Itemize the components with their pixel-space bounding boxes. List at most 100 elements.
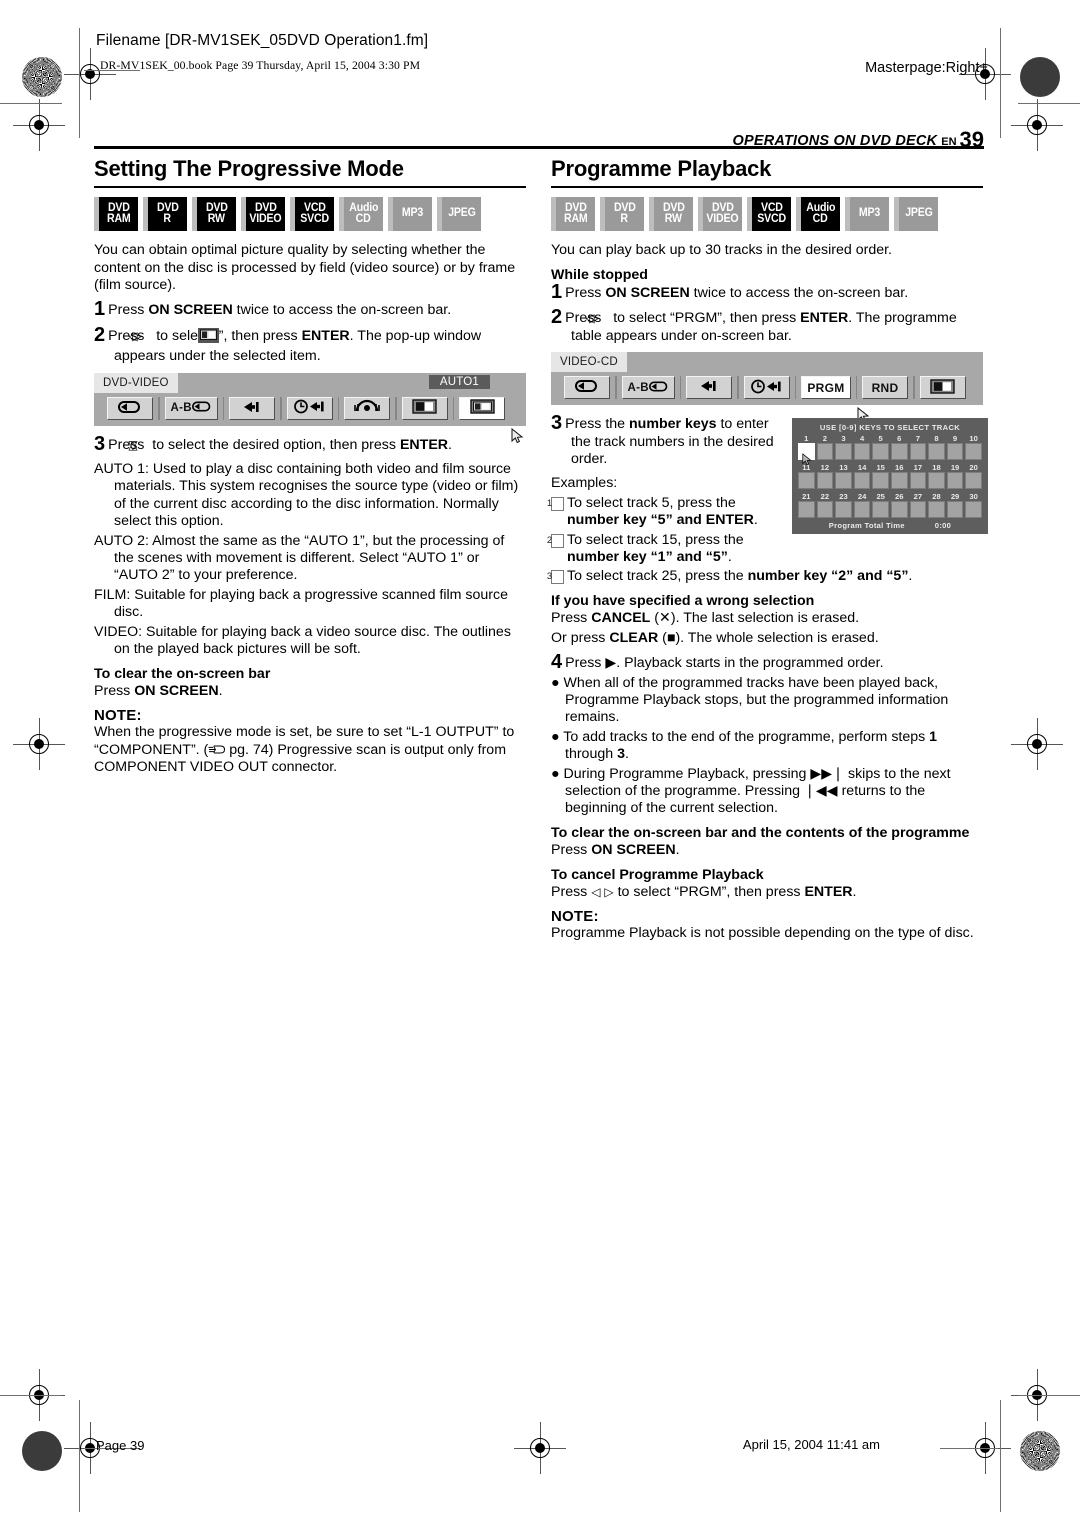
step3-with-table: 3 Press the number keys to enter the trac… bbox=[547, 413, 988, 566]
time-search-button[interactable] bbox=[743, 376, 790, 400]
track-cell[interactable] bbox=[909, 443, 927, 461]
track-cell[interactable] bbox=[835, 443, 852, 461]
onscreen-bar-header: VIDEO-CD bbox=[551, 352, 983, 373]
right-step-4: 4 Press ▶. Playback starts in the program… bbox=[551, 652, 983, 672]
disc-badge-row-right: DVD RAM DVD R DVD RW DVD VIDEO VCD SVCD Audio… bbox=[551, 197, 983, 232]
disc-badge-jpeg: JPEG bbox=[437, 197, 481, 232]
track-cell[interactable] bbox=[909, 501, 927, 519]
right-step-1: 1 Press ON SCREEN twice to access the on-… bbox=[551, 282, 983, 302]
audio-icon bbox=[353, 399, 381, 417]
programme-track-table: USE [0-9] KEYS TO SELECT TRACK 1 2 3 4 5… bbox=[792, 418, 988, 535]
track-number: 25 bbox=[876, 492, 885, 502]
track-cell[interactable] bbox=[853, 501, 871, 519]
track-cell[interactable] bbox=[946, 501, 964, 519]
step-text-c: ENTER bbox=[399, 436, 449, 453]
track-cell[interactable] bbox=[928, 472, 945, 490]
example-number: 1 bbox=[547, 496, 564, 511]
repeat-icon bbox=[648, 380, 669, 396]
track-number: 15 bbox=[876, 463, 885, 473]
audio-select-button[interactable] bbox=[344, 396, 391, 420]
example-text-c: . bbox=[908, 568, 913, 585]
left-step-1: 1 Press ON SCREEN twice to access the on-… bbox=[94, 299, 526, 319]
repeat-icon bbox=[191, 400, 212, 416]
ab-label: A-B bbox=[170, 402, 192, 415]
disc-badge-dvd-video: DVD VIDEO bbox=[241, 197, 285, 232]
option-text: Suitable for playing back a progressive … bbox=[114, 586, 509, 621]
track-table-title: USE [0-9] KEYS TO SELECT TRACK bbox=[819, 423, 961, 433]
skip-search-button[interactable] bbox=[686, 376, 733, 400]
track-cell[interactable] bbox=[798, 472, 815, 490]
track-cell[interactable] bbox=[872, 501, 889, 519]
random-button[interactable]: RND bbox=[862, 376, 909, 400]
registration-dot-bottom-left bbox=[22, 1431, 62, 1471]
track-cell[interactable] bbox=[965, 472, 982, 490]
programme-button[interactable]: PRGM bbox=[801, 376, 869, 423]
bullet-item-1: ● When all of the programmed tracks have… bbox=[551, 675, 983, 727]
track-cell[interactable] bbox=[965, 443, 982, 461]
crop-mark-mid-left bbox=[13, 718, 65, 770]
track-cell[interactable] bbox=[909, 472, 927, 490]
screen-mode-button[interactable] bbox=[401, 396, 448, 420]
onscreen-bar-filler: AUTO1 bbox=[177, 372, 526, 393]
track-cell[interactable] bbox=[928, 501, 945, 519]
track-cell[interactable] bbox=[835, 501, 852, 519]
step-text-b: to select “PRGM”, then press bbox=[609, 310, 801, 327]
bullet-item-3: ● During Programme Playback, pressing ▶▶… bbox=[551, 766, 983, 818]
ab-repeat-button[interactable]: A-B bbox=[621, 376, 675, 400]
track-cell[interactable] bbox=[890, 443, 908, 461]
example-text-b: number key “2” and “5” bbox=[747, 568, 909, 585]
example-text-a: To select track 25, press the bbox=[567, 568, 748, 585]
track-cell[interactable] bbox=[946, 443, 964, 461]
skip-search-button[interactable] bbox=[229, 396, 276, 420]
time-skip-icon bbox=[293, 399, 327, 417]
disc-badge-audio-cd: Audio CD bbox=[796, 197, 840, 232]
disc-badge-dvd-ram: DVD RAM bbox=[551, 197, 595, 232]
track-cell[interactable] bbox=[890, 472, 908, 490]
mouse-cursor-icon bbox=[802, 453, 813, 471]
separator bbox=[222, 396, 225, 420]
track-cell[interactable] bbox=[946, 472, 964, 490]
track-cell-active[interactable] bbox=[798, 443, 815, 466]
track-cell[interactable] bbox=[890, 501, 908, 519]
progressive-icon bbox=[470, 399, 495, 417]
disc-badge-vcd-svcd: VCD SVCD bbox=[747, 197, 791, 232]
option-text: Almost the same as the “AUTO 1”, but the… bbox=[114, 532, 505, 584]
track-cell[interactable] bbox=[872, 472, 889, 490]
registration-dot-top-right bbox=[1020, 57, 1060, 97]
track-cell[interactable] bbox=[816, 443, 834, 461]
left-intro-paragraph: You can obtain optimal picture quality b… bbox=[94, 242, 516, 293]
filename-label: Filename [DR-MV1SEK_05DVD Operation1.fm] bbox=[96, 32, 429, 49]
track-number: 14 bbox=[857, 463, 867, 473]
time-search-button[interactable] bbox=[286, 396, 333, 420]
step3-text-block: 3 Press the number keys to enter the trac… bbox=[547, 413, 784, 566]
track-cell[interactable] bbox=[853, 443, 871, 461]
clear-onscreen-bar-text: Press ON SCREEN. bbox=[94, 683, 526, 700]
track-cell[interactable] bbox=[816, 501, 834, 519]
ab-repeat-button[interactable]: A-B bbox=[164, 396, 218, 420]
disc-type-label: VIDEO-CD bbox=[551, 352, 627, 373]
separator bbox=[395, 396, 397, 420]
trim-guide-vertical-right bbox=[1000, 28, 1002, 138]
repeat-button[interactable] bbox=[107, 396, 153, 420]
track-cell[interactable] bbox=[798, 501, 815, 519]
track-cell[interactable] bbox=[816, 472, 834, 490]
running-head: OPERATIONS ON DVD DECK EN 39 bbox=[733, 127, 985, 153]
screen-mode-button[interactable] bbox=[919, 376, 966, 400]
track-table-footer: Program Total Time 0:00 bbox=[798, 521, 982, 530]
track-cell[interactable] bbox=[928, 443, 945, 461]
track-number: 16 bbox=[895, 463, 904, 473]
badge-line2: SVCD bbox=[757, 213, 786, 226]
track-cell[interactable] bbox=[853, 472, 871, 490]
repeat-icon bbox=[575, 379, 599, 396]
step-text-a: Press ▶. Playback starts in the programm… bbox=[565, 655, 884, 672]
step-text-d: . bbox=[448, 436, 452, 453]
progressive-mode-button[interactable] bbox=[459, 396, 524, 443]
skip-forward-icon bbox=[242, 400, 262, 417]
track-cell[interactable] bbox=[965, 501, 982, 519]
step-text-b: number keys bbox=[629, 416, 717, 433]
track-number: 6 bbox=[897, 434, 902, 444]
track-number: 12 bbox=[820, 463, 830, 473]
repeat-button[interactable] bbox=[564, 376, 610, 400]
track-cell[interactable] bbox=[835, 472, 852, 490]
track-cell[interactable] bbox=[872, 443, 889, 461]
